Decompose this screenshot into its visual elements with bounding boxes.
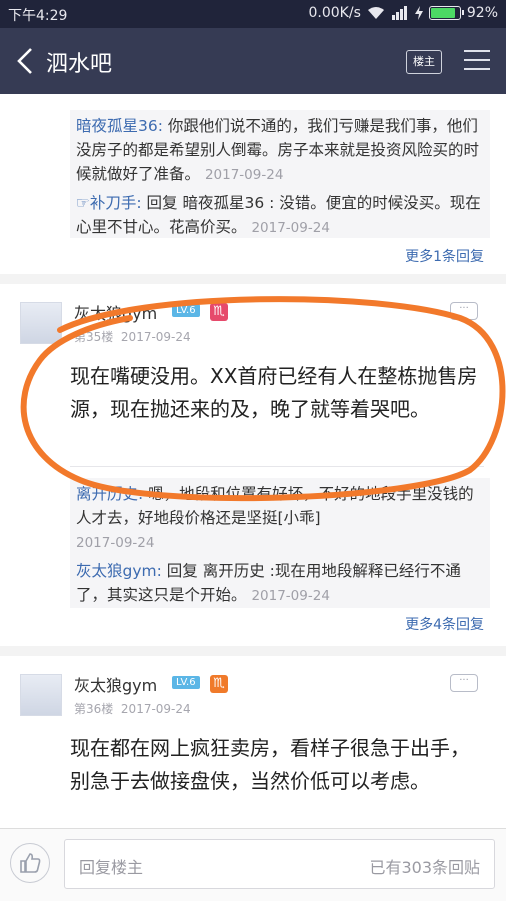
- network-speed: 0.00K/s: [308, 5, 361, 21]
- divider: [70, 466, 484, 467]
- bottom-bar: 回复楼主 已有303条回贴: [0, 828, 506, 901]
- comment-icon[interactable]: ···: [450, 302, 478, 320]
- zodiac-badge-icon: ♏: [210, 675, 228, 693]
- reply-count: 已有303条回贴: [369, 858, 480, 877]
- reply-date: 2017-09-24: [76, 535, 155, 551]
- reply-date: 2017-09-24: [204, 167, 284, 183]
- app-header: 泗水吧 楼主: [0, 28, 506, 94]
- more-replies-link[interactable]: 更多1条回复: [405, 246, 484, 266]
- reply-list: 离开历史: 嗯，地段和位置有好坏，不好的地段手里没钱的人才去，好地段价格还是坚挺…: [70, 478, 490, 608]
- post-body: 现在嘴硬没用。XX首府已经有人在整栋抛售房源，现在抛还来的及，晚了就等着哭吧。: [70, 364, 478, 421]
- reply-item[interactable]: 灰太狼gym: 回复 离开历史 :现在用地段解释已经行不通了，其实这只是个开始。…: [70, 555, 490, 608]
- reply-item[interactable]: 离开历史: 嗯，地段和位置有好坏，不好的地段手里没钱的人才去，好地段价格还是坚挺…: [70, 478, 490, 555]
- signal-icon: [391, 6, 407, 20]
- level-badge: LV.6: [172, 676, 200, 689]
- comment-icon[interactable]: ···: [450, 674, 478, 692]
- status-bar: 下午4:29 0.00K/s 92%: [0, 0, 506, 28]
- back-arrow-icon[interactable]: [14, 46, 38, 76]
- level-badge: LV.6: [172, 304, 200, 317]
- thread-content: 暗夜孤星36: 你跟他们说不通的，我们亏赚是我们事，他们没房子的都是希望别人倒霉…: [0, 94, 506, 828]
- reply-input[interactable]: 回复楼主 已有303条回贴: [64, 839, 495, 889]
- post-card-top: 暗夜孤星36: 你跟他们说不通的，我们亏赚是我们事，他们没房子的都是希望别人倒霉…: [0, 94, 506, 274]
- zodiac-badge-icon: ♏: [210, 303, 228, 321]
- reply-list: 暗夜孤星36: 你跟他们说不通的，我们亏赚是我们事，他们没房子的都是希望别人倒霉…: [70, 110, 490, 238]
- battery-icon: [428, 6, 464, 20]
- menu-icon[interactable]: [464, 50, 490, 72]
- post-date: 2017-09-24: [120, 702, 191, 716]
- floor-number: 第35楼: [74, 330, 114, 344]
- post-body: 现在都在网上疯狂卖房，看样子很急于出手，别急于去做接盘侠，当然价低可以考虑。: [70, 736, 470, 793]
- post-date: 2017-09-24: [120, 330, 191, 344]
- avatar[interactable]: [20, 302, 62, 344]
- username[interactable]: 灰太狼gym: [74, 672, 157, 696]
- page-title: 泗水吧: [46, 52, 113, 77]
- reply-item[interactable]: 暗夜孤星36: 你跟他们说不通的，我们亏赚是我们事，他们没房子的都是希望别人倒霉…: [70, 110, 490, 187]
- status-time: 下午4:29: [8, 8, 68, 24]
- reply-author[interactable]: 灰太狼gym:: [76, 562, 162, 580]
- reply-author[interactable]: 离开历史:: [76, 485, 143, 503]
- post-card-36: 灰太狼gym LV.6 ♏ 第36楼 2017-09-24 ··· 现在都在网上…: [0, 656, 506, 828]
- avatar[interactable]: [20, 674, 62, 716]
- status-right: 0.00K/s 92%: [309, 5, 499, 21]
- reply-date: 2017-09-24: [251, 588, 330, 604]
- reply-author[interactable]: 暗夜孤星36:: [76, 117, 163, 135]
- wifi-icon: [367, 7, 384, 19]
- reply-date: 2017-09-24: [251, 220, 330, 236]
- like-thumb-icon[interactable]: [10, 843, 50, 883]
- reply-item[interactable]: ☞补刀手: 回复 暗夜孤星36 : 没错。便宜的时候没买。现在心里不甘心。花高价…: [70, 187, 490, 240]
- floor-number: 第36楼: [74, 702, 114, 716]
- more-replies-link[interactable]: 更多4条回复: [405, 614, 484, 634]
- reply-placeholder: 回复楼主: [79, 858, 144, 877]
- only-op-button[interactable]: 楼主: [406, 50, 442, 74]
- reply-author[interactable]: ☞补刀手:: [76, 194, 142, 212]
- battery-percent: 92%: [466, 5, 498, 21]
- username[interactable]: 灰太狼gym: [74, 300, 157, 324]
- charging-icon: [414, 6, 423, 20]
- post-card-35: 灰太狼gym LV.6 ♏ 第35楼 2017-09-24 ··· 现在嘴硬没用…: [0, 284, 506, 646]
